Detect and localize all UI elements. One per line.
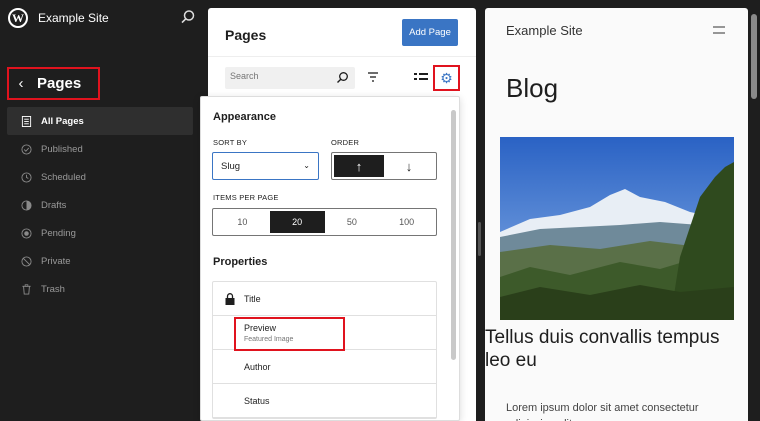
preview-scrollbar[interactable] (751, 14, 757, 99)
add-page-button[interactable]: Add Page (402, 19, 458, 46)
items-per-page-option[interactable]: 100 (379, 211, 434, 233)
items-per-page-label: ITEMS PER PAGE (213, 193, 279, 202)
properties-title: Properties (213, 256, 268, 268)
preview-excerpt: Lorem ipsum dolor sit amet consectetur a… (506, 402, 699, 421)
chevron-down-icon: ⌄ (303, 161, 310, 170)
preview-site-title: Example Site (506, 23, 583, 38)
preview-heading: Blog (506, 73, 559, 103)
chevron-left-icon: ‹ (18, 75, 24, 92)
sidebar-item-private[interactable]: Private (7, 247, 193, 275)
search-icon[interactable] (336, 71, 349, 84)
scheduled-icon (21, 171, 32, 183)
property-title[interactable]: Title (213, 282, 436, 316)
pages-icon (21, 115, 32, 127)
order-toggle: ↑ ↓ (331, 152, 437, 180)
site-title[interactable]: Example Site (38, 11, 109, 25)
items-per-page-option[interactable]: 50 (325, 211, 380, 233)
preview-highlight-box (234, 317, 345, 351)
gear-icon: ⚙ (440, 69, 453, 86)
items-per-page-option[interactable]: 10 (215, 211, 270, 233)
page-title: Pages (225, 27, 267, 43)
order-ascending-button[interactable]: ↑ (334, 155, 384, 177)
sidebar-item-label: Private (41, 255, 71, 267)
sidebar-item-published[interactable]: Published (7, 135, 193, 163)
order-descending-button[interactable]: ↓ (384, 155, 434, 177)
featured-image (500, 137, 734, 320)
site-preview[interactable]: Example Site Blog Tellus duis convallis … (485, 8, 748, 421)
sidebar-item-drafts[interactable]: Drafts (7, 191, 193, 219)
pending-icon (21, 227, 32, 239)
items-per-page-option[interactable]: 20 (269, 211, 325, 233)
view-options-button[interactable]: ⚙ (433, 65, 460, 91)
menu-icon (713, 26, 725, 34)
sidebar-item-label: Scheduled (41, 171, 86, 183)
popover-scrollbar[interactable] (451, 110, 456, 360)
sidebar-nav: All Pages Published Scheduled Drafts Pen… (7, 107, 193, 303)
sort-by-label: SORT BY (213, 138, 248, 147)
published-icon (21, 143, 32, 155)
sidebar-item-label: Pending (41, 227, 76, 239)
resize-handle[interactable] (478, 222, 481, 256)
back-to-pages[interactable]: ‹ Pages (7, 67, 100, 100)
sidebar-title: Pages (37, 75, 82, 92)
wordpress-logo-icon[interactable]: W (8, 8, 28, 28)
search-field[interactable] (225, 67, 355, 89)
filter-icon[interactable] (366, 70, 380, 84)
property-label: Author (244, 362, 271, 372)
preview-post-title: Tellus duis convallis tempus leo eu (485, 327, 720, 371)
private-icon (21, 255, 32, 267)
properties-list: Title Preview Featured Image Author Stat… (212, 281, 437, 419)
property-status[interactable]: Status (213, 384, 436, 418)
search-input[interactable] (230, 71, 330, 81)
list-view-icon[interactable] (414, 71, 428, 83)
sidebar-item-trash[interactable]: Trash (7, 275, 193, 303)
sidebar-item-pending[interactable]: Pending (7, 219, 193, 247)
order-label: ORDER (331, 138, 360, 147)
property-label: Status (244, 396, 270, 406)
view-options-popover: Appearance SORT BY ORDER Slug ⌄ ↑ ↓ ITEM… (200, 96, 460, 421)
sidebar-item-label: Trash (41, 283, 65, 295)
drafts-icon (21, 199, 32, 211)
lock-icon (225, 293, 235, 305)
search-icon[interactable] (180, 9, 196, 25)
property-label: Title (244, 294, 261, 304)
property-author[interactable]: Author (213, 350, 436, 384)
sidebar-item-scheduled[interactable]: Scheduled (7, 163, 193, 191)
sidebar-item-label: Published (41, 143, 83, 155)
appearance-title: Appearance (213, 111, 276, 123)
sort-by-select[interactable]: Slug ⌄ (212, 152, 319, 180)
trash-icon (22, 283, 31, 295)
sidebar-item-label: All Pages (41, 115, 84, 127)
sidebar: W Example Site ‹ Pages All Pages Publish… (0, 0, 200, 421)
sidebar-item-all-pages[interactable]: All Pages (7, 107, 193, 135)
sidebar-item-label: Drafts (41, 199, 67, 211)
sort-by-value: Slug (221, 160, 241, 172)
items-per-page-toggle: 10 20 50 100 (212, 208, 437, 236)
divider (208, 56, 476, 57)
